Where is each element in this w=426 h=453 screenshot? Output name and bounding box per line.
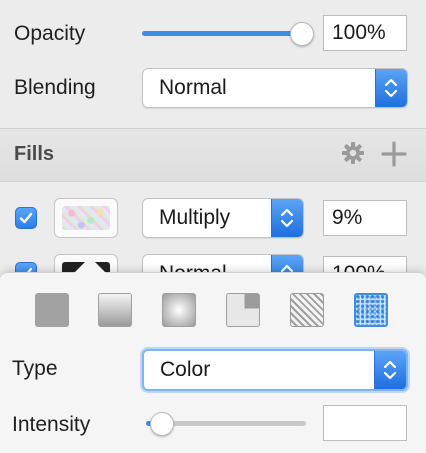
- blending-select-value: Normal: [159, 76, 227, 99]
- fill-type-linear-gradient-button[interactable]: [98, 293, 132, 327]
- type-label: Type: [12, 357, 58, 380]
- fill-options-popover: Type Color Intensity: [0, 257, 426, 453]
- checkmark-icon: [19, 212, 33, 224]
- blending-select[interactable]: Normal: [142, 68, 408, 108]
- chevron-updown-icon: [375, 69, 407, 107]
- fill-1-checkbox[interactable]: [15, 207, 37, 229]
- opacity-slider[interactable]: [142, 22, 314, 46]
- opacity-value-field[interactable]: 100%: [323, 15, 407, 51]
- fill-type-pattern-button[interactable]: [290, 293, 324, 327]
- blending-label: Blending: [14, 76, 96, 99]
- chevron-updown-icon: [374, 351, 406, 389]
- fill-type-radial-gradient-button[interactable]: [162, 293, 196, 327]
- fill-1-blend-value: Multiply: [159, 206, 231, 229]
- opacity-slider-knob[interactable]: [290, 22, 314, 46]
- fill-1-blend-select[interactable]: Multiply: [142, 198, 304, 238]
- intensity-value-field[interactable]: [323, 405, 407, 441]
- plus-icon[interactable]: [381, 141, 407, 167]
- fill-1-opacity-field[interactable]: 9%: [323, 200, 407, 236]
- fill-type-noise-button[interactable]: [354, 293, 388, 327]
- chevron-updown-icon: [271, 199, 303, 237]
- type-select[interactable]: Color: [142, 349, 408, 391]
- fill-type-solid-button[interactable]: [35, 293, 69, 327]
- popover-arrow: [74, 257, 106, 273]
- intensity-label: Intensity: [12, 413, 91, 436]
- intensity-slider[interactable]: [146, 412, 306, 436]
- opacity-slider-fill: [142, 31, 302, 36]
- intensity-slider-knob[interactable]: [150, 412, 174, 436]
- type-select-value: Color: [160, 358, 211, 381]
- gear-icon[interactable]: [341, 141, 365, 165]
- fills-title: Fills: [14, 143, 55, 165]
- fill-1-color-well[interactable]: [54, 198, 118, 238]
- opacity-label: Opacity: [14, 22, 86, 45]
- fill-type-angular-gradient-button[interactable]: [226, 293, 260, 327]
